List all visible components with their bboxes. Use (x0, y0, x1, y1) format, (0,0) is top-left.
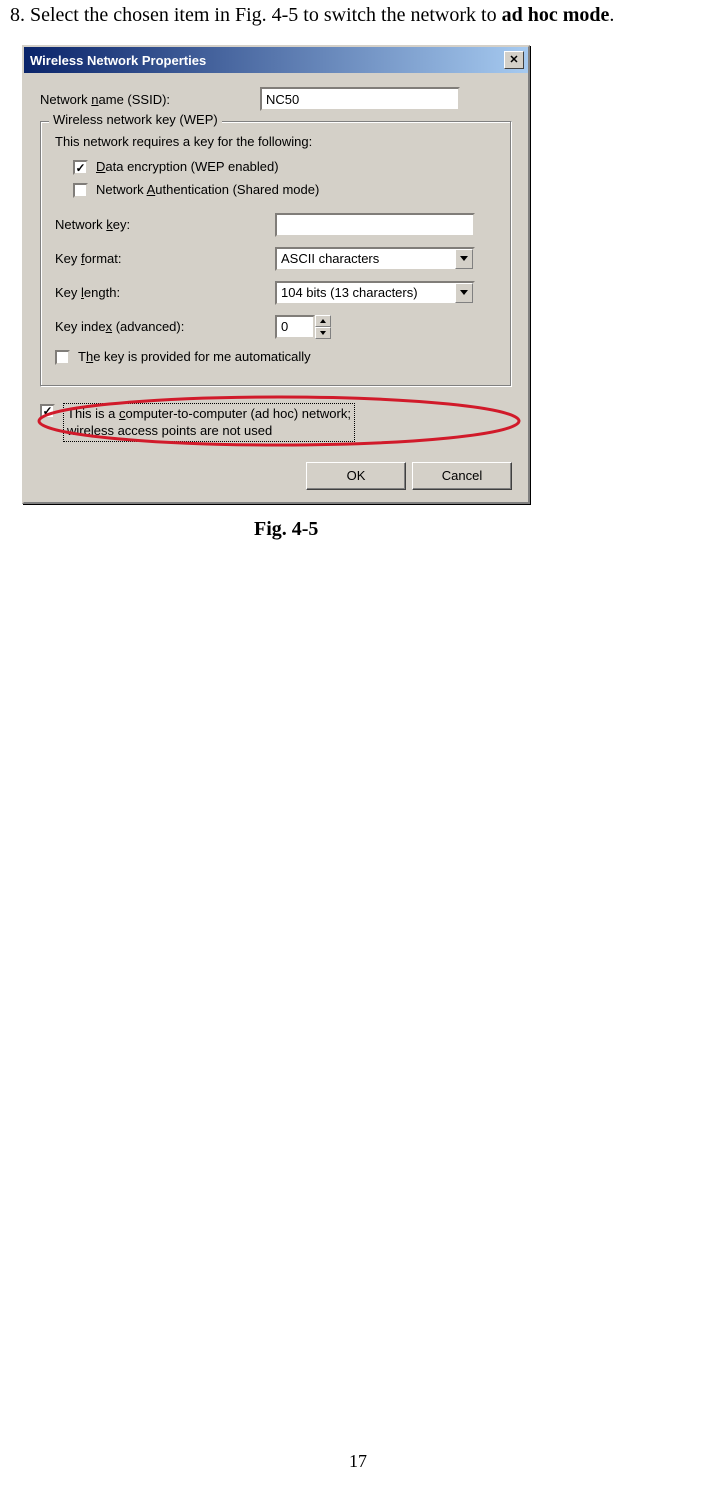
netkey-row: Network key: (55, 213, 497, 237)
chevron-down-icon (455, 283, 473, 303)
keyindex-input[interactable] (275, 315, 315, 339)
ok-button[interactable]: OK (306, 462, 406, 490)
autokey-label: The key is provided for me automatically (78, 349, 311, 366)
keylength-value: 104 bits (13 characters) (281, 285, 418, 300)
keyformat-row: Key format: ASCII characters (55, 247, 497, 271)
close-button[interactable]: ✕ (504, 51, 524, 69)
spinner-up-button[interactable] (315, 315, 331, 327)
encrypt-row: Data encryption (WEP enabled) (55, 159, 497, 176)
instruction-text: 8. Select the chosen item in Fig. 4-5 to… (10, 4, 706, 27)
ssid-row: Network name (SSID): (40, 87, 512, 111)
keyformat-value: ASCII characters (281, 251, 379, 266)
dialog-button-row: OK Cancel (40, 462, 512, 490)
keyindex-spinner (275, 315, 331, 339)
keylength-row: Key length: 104 bits (13 characters) (55, 281, 497, 305)
encrypt-checkbox[interactable] (73, 160, 88, 175)
keyindex-row: Key index (advanced): (55, 315, 497, 339)
wep-legend: Wireless network key (WEP) (49, 112, 222, 127)
auth-row: Network Authentication (Shared mode) (55, 182, 497, 199)
cancel-button[interactable]: Cancel (412, 462, 512, 490)
spinner-down-button[interactable] (315, 327, 331, 339)
netkey-label: Network key: (55, 217, 275, 232)
close-icon: ✕ (509, 55, 518, 66)
wireless-properties-dialog: Wireless Network Properties ✕ Network na… (22, 45, 530, 504)
wep-note: This network requires a key for the foll… (55, 134, 497, 149)
dialog-title: Wireless Network Properties (30, 53, 206, 68)
netkey-input[interactable] (275, 213, 475, 237)
chevron-down-icon (455, 249, 473, 269)
auth-checkbox[interactable] (73, 183, 88, 198)
keyformat-dropdown[interactable]: ASCII characters (275, 247, 475, 271)
adhoc-checkbox[interactable] (40, 404, 55, 419)
figure-caption: Fig. 4-5 (254, 518, 706, 541)
adhoc-section: This is a computer-to-computer (ad hoc) … (40, 403, 512, 448)
encrypt-label: Data encryption (WEP enabled) (96, 159, 279, 176)
auth-label: Network Authentication (Shared mode) (96, 182, 319, 199)
keylength-dropdown[interactable]: 104 bits (13 characters) (275, 281, 475, 305)
wep-groupbox: Wireless network key (WEP) This network … (40, 121, 512, 387)
ssid-input[interactable] (260, 87, 460, 111)
ssid-label: Network name (SSID): (40, 92, 260, 107)
page-number: 17 (0, 1451, 716, 1472)
keylength-label: Key length: (55, 285, 275, 300)
keyformat-label: Key format: (55, 251, 275, 266)
keyindex-label: Key index (advanced): (55, 319, 275, 334)
autokey-checkbox[interactable] (55, 350, 70, 365)
dialog-titlebar: Wireless Network Properties ✕ (24, 47, 528, 73)
autokey-row: The key is provided for me automatically (55, 349, 497, 366)
adhoc-label: This is a computer-to-computer (ad hoc) … (63, 403, 355, 442)
